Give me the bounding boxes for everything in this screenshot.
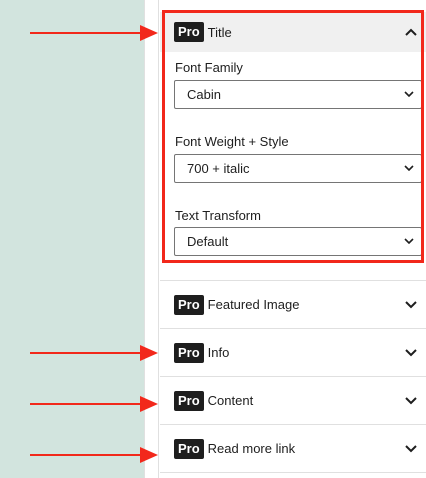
section-read-more-link-toggle[interactable]: Pro Read more link [160, 424, 426, 472]
section-info-toggle[interactable]: Pro Info [160, 328, 426, 376]
section-read-more-link-label: Read more link [207, 441, 296, 456]
pro-badge: Pro [174, 438, 204, 459]
pro-badge: Pro [174, 390, 204, 411]
annotation-arrow-read-more [30, 447, 158, 463]
chevron-down-icon [396, 298, 426, 312]
pro-badge: Pro [174, 342, 204, 363]
pro-badge: Pro [174, 294, 204, 315]
annotation-arrow-title [30, 25, 158, 41]
section-content-toggle[interactable]: Pro Content [160, 376, 426, 424]
sidebar-inner-border [158, 0, 159, 478]
annotation-arrow-info [30, 345, 158, 361]
section-featured-image-toggle[interactable]: Pro Featured Image [160, 280, 426, 328]
annotation-arrow-content [30, 396, 158, 412]
section-featured-image-label: Featured Image [207, 297, 300, 312]
section-divider [160, 472, 426, 473]
section-info-label: Info [207, 345, 230, 360]
section-content-label: Content [207, 393, 254, 408]
annotation-highlight-box [162, 10, 424, 263]
chevron-down-icon [396, 346, 426, 360]
chevron-down-icon [396, 394, 426, 408]
editor-canvas [0, 0, 144, 478]
chevron-down-icon [396, 442, 426, 456]
